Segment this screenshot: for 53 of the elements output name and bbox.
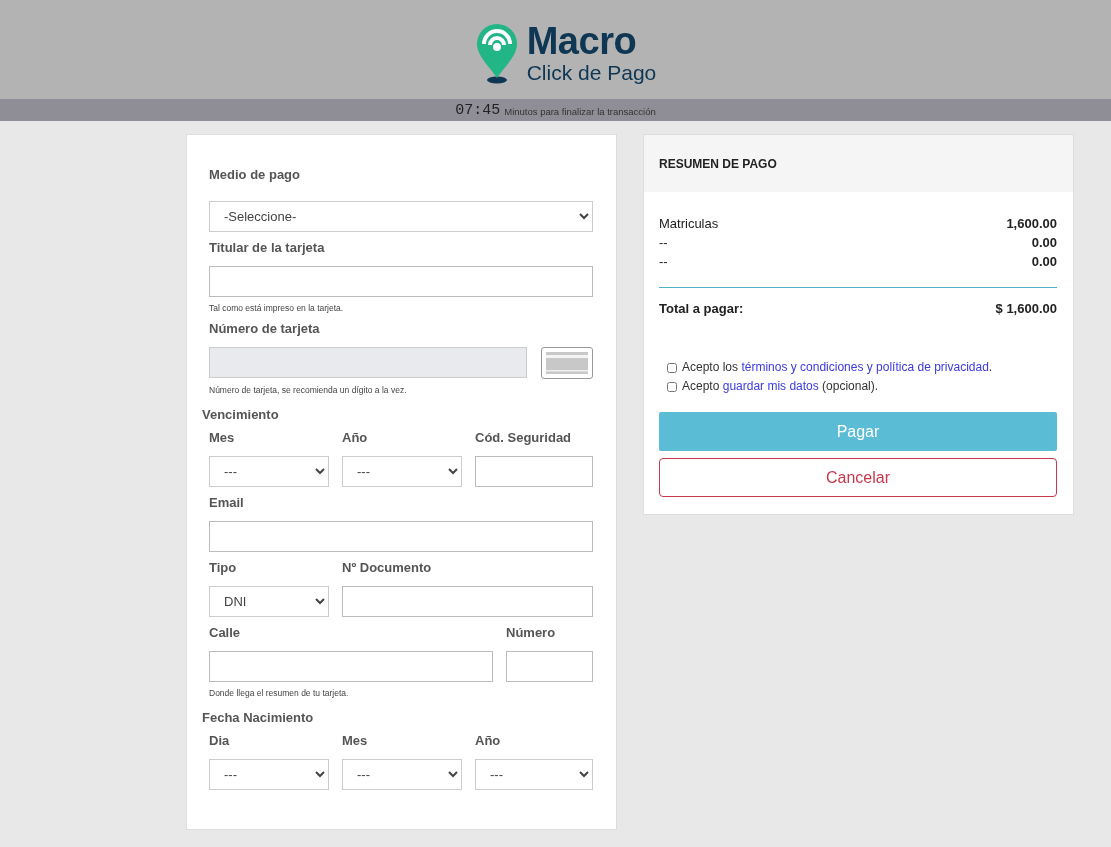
field-label: Año xyxy=(342,430,369,446)
agreement-text: Acepto los términos y condiciones y política de privacidad. xyxy=(682,359,993,376)
select-field[interactable]: --- xyxy=(342,456,462,487)
select-field[interactable]: DNI xyxy=(209,586,329,617)
total-label: Total a pagar: xyxy=(659,300,744,318)
input-field[interactable] xyxy=(209,651,493,682)
input-field[interactable] xyxy=(209,521,593,552)
agreement-link[interactable]: guardar mis datos xyxy=(722,379,819,393)
select-field[interactable]: --- xyxy=(209,759,329,790)
brand-tagline: Click de Pago xyxy=(526,60,657,85)
item-name: -- xyxy=(659,234,668,252)
section-title: Vencimiento xyxy=(202,407,280,422)
summary-title: RESUMEN DE PAGO xyxy=(659,156,777,171)
total-amount: $ 1,600.00 xyxy=(995,300,1057,318)
field-label: Cód. Seguridad xyxy=(475,430,573,446)
cancel-button[interactable]: Cancelar xyxy=(659,458,1057,497)
field-label: Mes xyxy=(342,733,369,749)
field-label: Nº Documento xyxy=(342,560,433,576)
agreement-link[interactable]: términos y condiciones y política de privacidad xyxy=(741,360,989,374)
select-field[interactable]: --- xyxy=(342,759,462,790)
help-text: Tal como está impreso en la tarjeta. xyxy=(209,303,345,313)
field-label: Email xyxy=(209,495,245,511)
field-label: Número xyxy=(506,625,557,641)
input-field[interactable] xyxy=(209,266,593,297)
field-label: Mes xyxy=(209,430,236,446)
item-amount: 0.00 xyxy=(1031,234,1057,252)
input-field[interactable] xyxy=(475,456,593,487)
item-name: -- xyxy=(659,253,668,271)
help-text: Donde llega el resumen de tu tarjeta. xyxy=(209,688,350,698)
field-label: Número de tarjeta xyxy=(209,321,321,337)
countdown-caption: Minutos para finalizar la transacción xyxy=(504,106,656,117)
field-label: Año xyxy=(475,733,502,749)
item-amount: 1,600.00 xyxy=(1006,215,1057,233)
select-field[interactable]: -Seleccione- xyxy=(209,201,593,232)
field-label: Medio de pago xyxy=(209,167,301,183)
brand-name: Macro xyxy=(526,20,638,61)
field-label: Calle xyxy=(209,625,242,641)
checkbox[interactable] xyxy=(667,381,677,392)
input-field[interactable] xyxy=(506,651,593,682)
countdown-time: 07:45 xyxy=(455,101,501,119)
help-text: Número de tarjeta, se recomienda un dígito a la vez. xyxy=(209,385,408,395)
card-icon[interactable] xyxy=(541,347,593,379)
field-label: Titular de la tarjeta xyxy=(209,240,326,256)
item-name: Matriculas xyxy=(659,215,719,233)
select-field[interactable]: --- xyxy=(209,456,329,487)
input-field[interactable] xyxy=(342,586,593,617)
field-label: Tipo xyxy=(209,560,238,576)
item-amount: 0.00 xyxy=(1031,253,1057,271)
agreement-text: Acepto guardar mis datos (opcional). xyxy=(682,378,879,395)
checkbox[interactable] xyxy=(667,362,677,373)
select-field[interactable]: --- xyxy=(475,759,593,790)
section-title: Fecha Nacimiento xyxy=(202,710,315,725)
field-label: Dia xyxy=(209,733,231,749)
